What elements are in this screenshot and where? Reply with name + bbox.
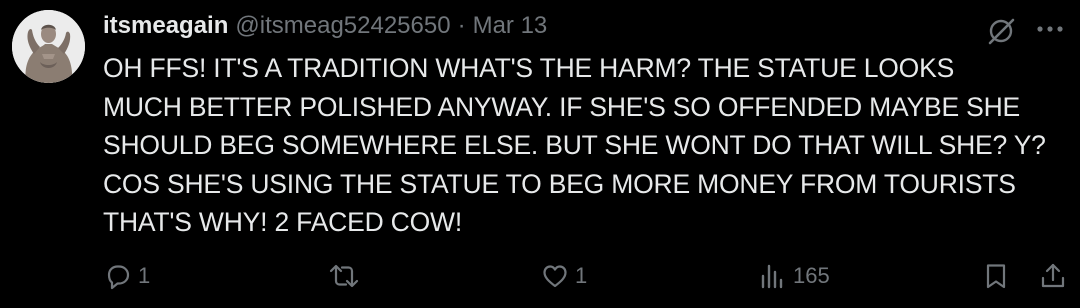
heart-icon bbox=[543, 265, 567, 288]
reply-count: 1 bbox=[138, 263, 151, 288]
more-icon[interactable] bbox=[1030, 14, 1070, 44]
views-button[interactable]: 165 bbox=[758, 256, 830, 296]
reply-button[interactable]: 1 bbox=[103, 256, 150, 296]
like-button[interactable]: 1 bbox=[540, 256, 587, 296]
share-icon bbox=[1041, 263, 1065, 288]
avatar-image bbox=[12, 10, 85, 83]
views-icon bbox=[761, 264, 783, 289]
share-button[interactable] bbox=[1038, 256, 1068, 296]
retweet-icon bbox=[329, 264, 359, 288]
tweet-text: OH FFS! IT'S A TRADITION WHAT'S THE HARM… bbox=[103, 53, 1046, 237]
action-bar: 1 1 165 bbox=[103, 256, 1070, 296]
reply-icon bbox=[107, 265, 130, 290]
like-count: 1 bbox=[575, 263, 588, 288]
retweet-button[interactable] bbox=[328, 256, 365, 296]
tweet[interactable]: itsmeagain @itsmeag52425650 · Mar 13 OH … bbox=[0, 0, 1080, 308]
user-handle[interactable]: @itsmeag52425650 bbox=[235, 8, 450, 44]
display-name[interactable]: itsmeagain bbox=[103, 8, 228, 44]
bookmark-button[interactable] bbox=[981, 256, 1011, 296]
bookmark-icon bbox=[986, 264, 1006, 289]
tweet-header: itsmeagain @itsmeag52425650 · Mar 13 bbox=[103, 8, 547, 44]
grok-icon[interactable] bbox=[984, 14, 1018, 48]
views-count: 165 bbox=[793, 263, 830, 288]
separator-dot: · bbox=[457, 12, 466, 39]
avatar[interactable] bbox=[12, 10, 85, 83]
timestamp[interactable]: Mar 13 bbox=[473, 8, 548, 44]
